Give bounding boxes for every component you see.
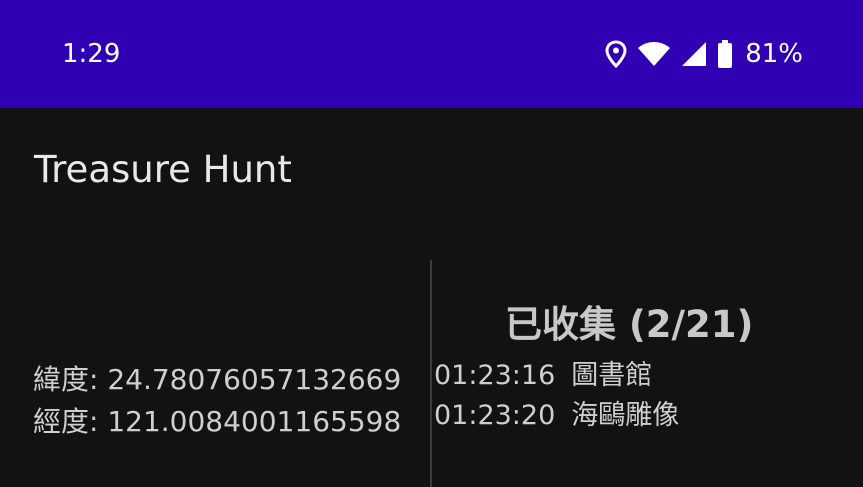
collected-heading: 已收集 (2/21) <box>505 303 754 346</box>
wifi-icon <box>637 41 671 67</box>
longitude-text: 經度: 121.0084001165598 <box>33 405 402 438</box>
list-item[interactable]: 01:23:20 海鷗雕像 <box>434 396 679 436</box>
list-item[interactable]: 01:23:16 圖書館 <box>434 356 679 396</box>
latitude-text: 緯度: 24.78076057132669 <box>33 363 402 396</box>
battery-percent: 81% <box>745 39 803 69</box>
status-icons: 81% <box>605 36 803 72</box>
collected-time: 01:23:16 <box>434 360 556 391</box>
collected-time: 01:23:20 <box>434 400 556 431</box>
app-title: Treasure Hunt <box>34 148 292 191</box>
collected-name: 海鷗雕像 <box>571 400 680 431</box>
location-icon <box>605 40 627 68</box>
collected-list: 01:23:16 圖書館 01:23:20 海鷗雕像 <box>434 356 679 436</box>
main-content: Treasure Hunt 緯度: 24.78076057132669 經度: … <box>0 108 863 487</box>
status-time: 1:29 <box>62 39 121 69</box>
cell-signal-icon <box>681 41 707 67</box>
collected-name: 圖書館 <box>571 360 653 391</box>
status-bar: 1:29 81% <box>0 0 863 108</box>
battery-icon <box>717 40 733 68</box>
column-divider <box>430 260 432 487</box>
